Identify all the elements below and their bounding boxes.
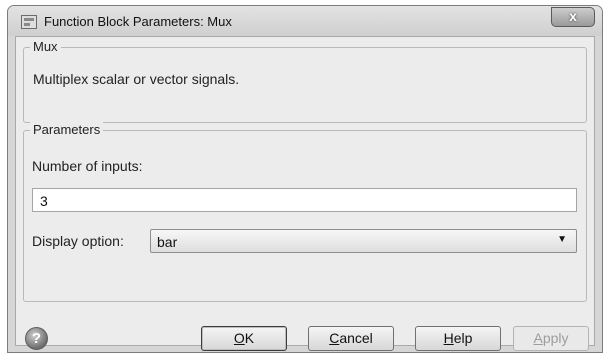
help-button[interactable]: Help [415, 326, 501, 351]
help-button-mnemonic: H [443, 330, 454, 346]
close-icon: x [569, 8, 577, 24]
ok-button-label: K [244, 330, 255, 346]
number-of-inputs-label: Number of inputs: [32, 158, 143, 174]
mux-group-heading: Mux [30, 39, 61, 54]
parameters-group-heading: Parameters [30, 122, 104, 137]
block-parameters-icon [21, 15, 37, 29]
cancel-button[interactable]: Cancel [308, 326, 394, 351]
display-option-value: bar [157, 234, 178, 250]
cancel-button-mnemonic: C [329, 330, 340, 346]
apply-button[interactable]: Apply [513, 326, 589, 351]
display-option-select[interactable]: bar ▼ [150, 229, 577, 253]
dialog-content: Mux Multiplex scalar or vector signals. … [15, 36, 595, 351]
block-description: Multiplex scalar or vector signals. [33, 71, 240, 87]
number-of-inputs-value: 3 [40, 193, 48, 209]
mux-group: Mux Multiplex scalar or vector signals. [23, 39, 587, 123]
display-option-label: Display option: [32, 233, 124, 249]
ok-button[interactable]: OK [201, 326, 287, 351]
help-icon-glyph: ? [31, 330, 42, 347]
parameters-group: Parameters Number of inputs: 3 Display o… [23, 122, 587, 302]
title-bar[interactable]: Function Block Parameters: Mux x [8, 6, 602, 36]
apply-button-label: pply [542, 330, 569, 346]
close-button[interactable]: x [551, 7, 595, 27]
cancel-button-label: ancel [339, 330, 373, 346]
apply-button-mnemonic: A [533, 330, 543, 346]
chevron-down-icon: ▼ [557, 234, 567, 245]
ok-button-mnemonic: O [233, 330, 245, 346]
dialog-window: Function Block Parameters: Mux x Mux Mul… [7, 5, 603, 353]
help-icon[interactable]: ? [25, 327, 48, 350]
number-of-inputs-field[interactable]: 3 [32, 188, 577, 212]
window-title: Function Block Parameters: Mux [44, 14, 232, 29]
help-button-label: elp [453, 330, 473, 346]
